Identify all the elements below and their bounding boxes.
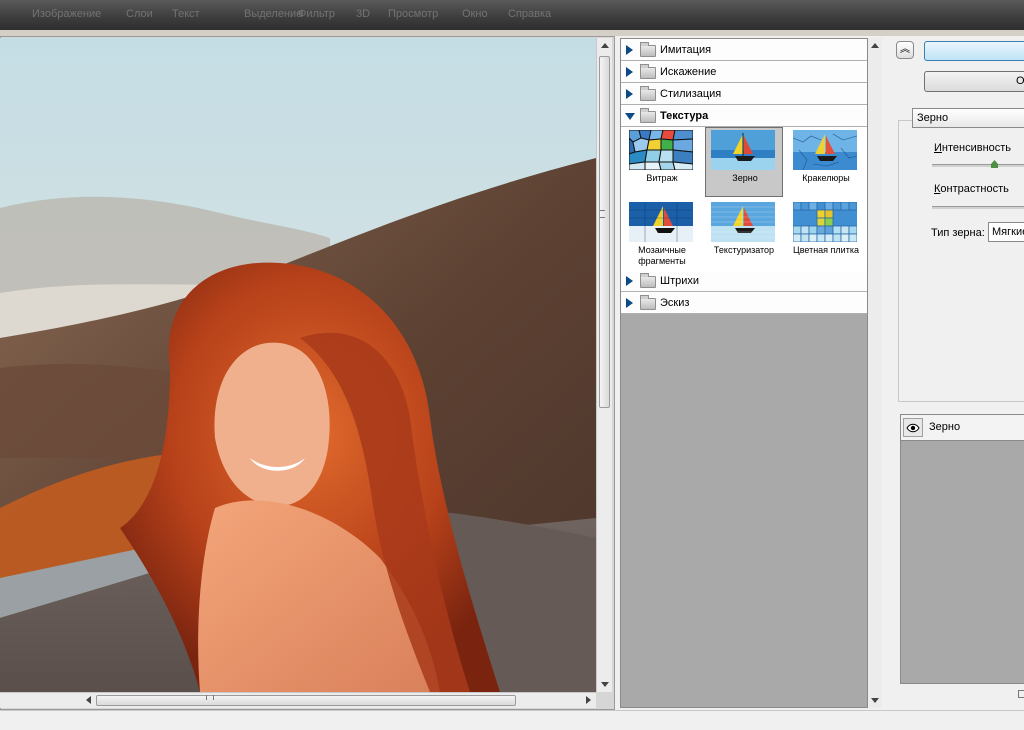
category-stylize[interactable]: Стилизация [621, 83, 867, 105]
expand-triangle-icon[interactable] [626, 89, 633, 99]
folder-icon [640, 86, 656, 101]
menu-bar: Изображение Слои Текст Выделение Фильтр … [0, 0, 1024, 30]
menu-item-window[interactable]: Окно [462, 8, 488, 20]
filter-tile-label: Витраж [646, 173, 678, 183]
collapse-gallery-button[interactable]: ︽ [896, 41, 914, 59]
contrast-slider[interactable] [932, 206, 1024, 209]
filter-tile-texturizer[interactable]: Текстуризатор [705, 199, 783, 269]
filter-tile-label: Цветная плитка [793, 245, 859, 255]
effect-layers-panel: Зерно [900, 414, 1024, 684]
category-label: Стилизация [660, 88, 722, 100]
expand-triangle-icon[interactable] [626, 45, 633, 55]
ok-button[interactable] [924, 41, 1024, 61]
texturizer-thumb [711, 202, 775, 242]
expand-triangle-icon[interactable] [626, 298, 633, 308]
scroll-up-icon[interactable] [601, 43, 609, 48]
stained-glass-thumb [629, 130, 693, 170]
grain-thumb [711, 130, 775, 170]
category-texture[interactable]: Текстура [621, 105, 867, 127]
scroll-grip-horizontal-icon [206, 695, 214, 700]
eye-icon[interactable] [903, 418, 923, 437]
scroll-thumb[interactable] [599, 56, 610, 408]
category-label: Искажение [660, 66, 717, 78]
filter-tile-patchwork[interactable]: Цветная плитка [787, 199, 865, 269]
category-label: Эскиз [660, 297, 690, 309]
new-layer-icon[interactable] [1018, 690, 1024, 698]
preview-image[interactable] [0, 38, 596, 692]
menu-item-image[interactable]: Изображение [32, 8, 101, 20]
scroll-up-icon[interactable] [871, 43, 879, 48]
scroll-right-icon[interactable] [586, 696, 591, 704]
settings-group [898, 120, 1024, 402]
filter-tile-label: Мозаичные фрагменты [638, 245, 686, 266]
filter-tile-label: Текстуризатор [713, 245, 775, 255]
collapse-triangle-icon[interactable] [625, 113, 635, 120]
category-label: Текстура [660, 110, 709, 122]
settings-panel: ︽ О Зерно Интенсивность Контрастность Ти… [884, 36, 1024, 710]
filter-tile-stained-glass[interactable]: Витраж [623, 127, 701, 197]
folder-icon [640, 42, 656, 57]
folder-icon [640, 64, 656, 79]
category-imitation[interactable]: Имитация [621, 39, 867, 61]
expand-triangle-icon[interactable] [626, 276, 633, 286]
texture-thumbnails: Витраж Зерно Кракелюры Мозаичные фрагмен… [621, 127, 867, 271]
intensity-slider[interactable] [932, 164, 1024, 167]
grain-type-value: Мягкие [992, 226, 1024, 238]
category-label: Имитация [660, 44, 712, 56]
menu-item-3d[interactable]: 3D [356, 8, 370, 20]
category-brush-strokes[interactable]: Штрихи [621, 270, 867, 292]
patchwork-thumb [793, 202, 857, 242]
cancel-button[interactable]: О [924, 71, 1024, 92]
expand-triangle-icon[interactable] [626, 67, 633, 77]
menu-item-view[interactable]: Просмотр [388, 8, 438, 20]
menu-item-text[interactable]: Текст [172, 8, 200, 20]
menu-item-filter[interactable]: Фильтр [298, 8, 335, 20]
scroll-grip-icon [600, 210, 605, 218]
gallery-scrollbar[interactable] [868, 38, 882, 708]
preview-horizontal-scrollbar[interactable] [0, 692, 596, 708]
folder-open-icon [640, 108, 656, 123]
filter-tile-label: Кракелюры [802, 173, 850, 183]
filter-tile-craquelure[interactable]: Кракелюры [787, 127, 865, 197]
category-label: Штрихи [660, 275, 700, 287]
filter-select-value: Зерно [917, 112, 949, 124]
intensity-label: Интенсивность [934, 142, 1012, 154]
scroll-left-icon[interactable] [86, 696, 91, 704]
scroll-down-icon[interactable] [601, 682, 609, 687]
menu-item-help[interactable]: Справка [508, 8, 551, 20]
filter-gallery: Имитация Искажение Стилизация Текстура В… [620, 38, 868, 708]
scroll-down-icon[interactable] [871, 698, 879, 703]
folder-icon [640, 295, 656, 310]
scroll-thumb-horizontal[interactable] [96, 695, 516, 706]
effect-layer-name: Зерно [929, 421, 961, 433]
grain-type-select[interactable]: Мягкие [988, 222, 1024, 242]
folder-icon [640, 273, 656, 288]
filter-tile-label: Зерно [732, 173, 758, 183]
craquelure-thumb [793, 130, 857, 170]
category-distortion[interactable]: Искажение [621, 61, 867, 83]
mosaic-tiles-thumb [629, 202, 693, 242]
menu-item-select[interactable]: Выделение [244, 8, 302, 20]
contrast-label: Контрастность [934, 183, 1009, 195]
preview-vertical-scrollbar[interactable] [596, 38, 612, 692]
filter-select[interactable]: Зерно [912, 108, 1024, 128]
double-chevron-up-icon: ︽ [900, 44, 910, 55]
filter-tile-mosaic[interactable]: Мозаичные фрагменты [623, 199, 701, 269]
menu-item-layers[interactable]: Слои [126, 8, 153, 20]
category-sketch[interactable]: Эскиз [621, 292, 867, 314]
dialog-bottom-bar [0, 710, 1024, 730]
grain-type-label: Тип зерна: [931, 227, 985, 239]
effect-layer-row[interactable]: Зерно [901, 415, 1024, 441]
filter-tile-grain[interactable]: Зерно [705, 127, 783, 197]
